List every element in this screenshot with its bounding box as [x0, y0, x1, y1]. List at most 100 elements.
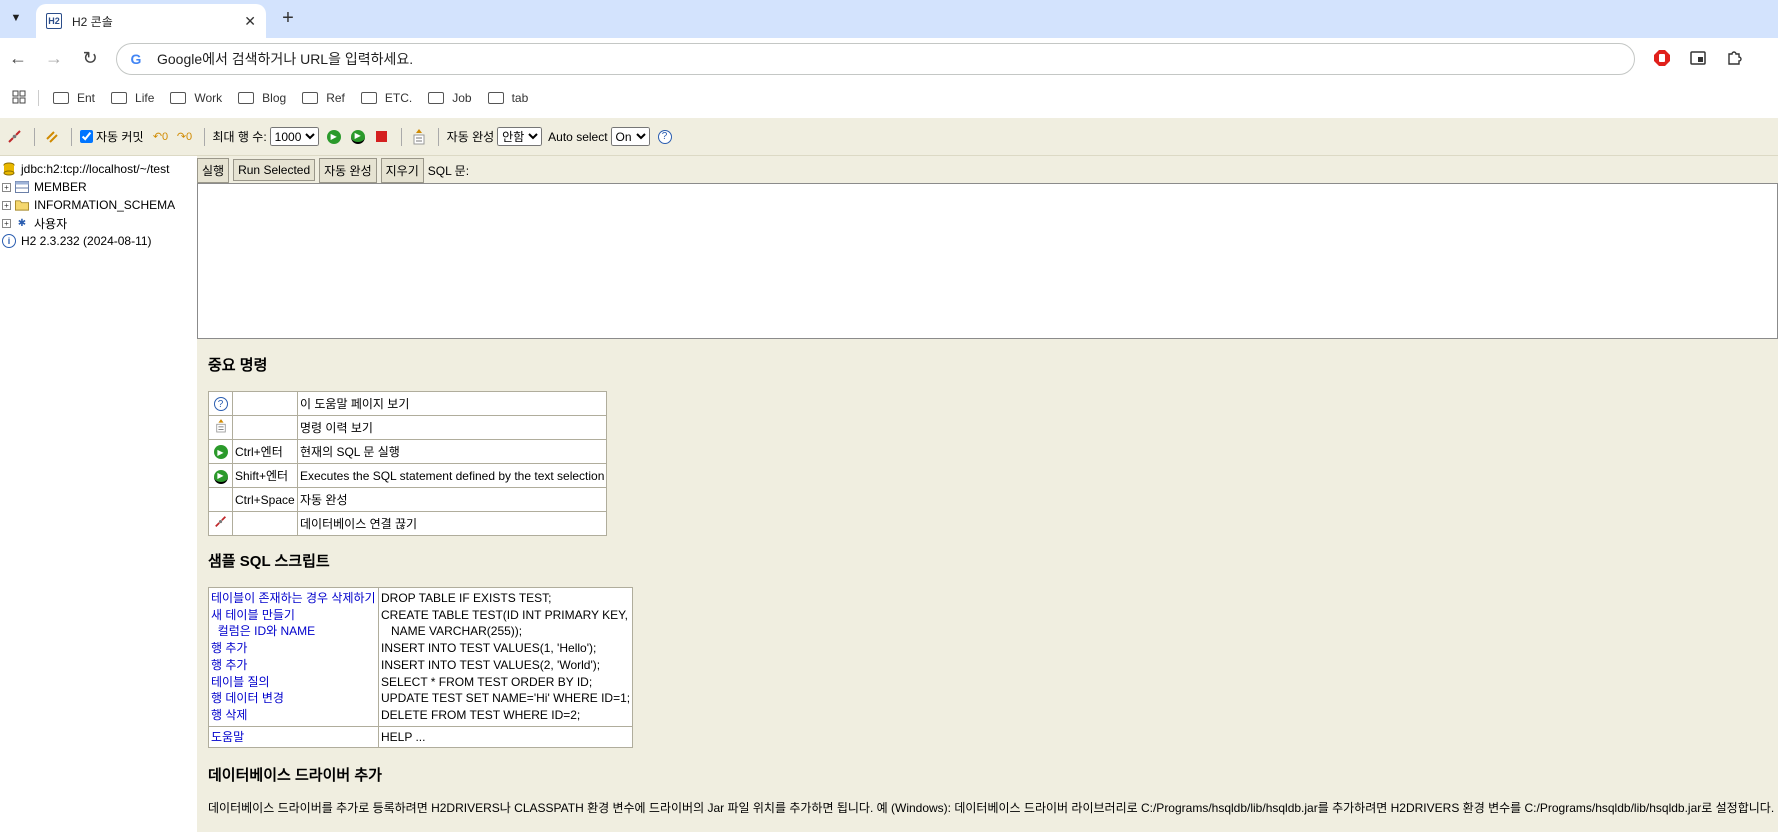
sample-link[interactable]: 테이블이 존재하는 경우 삭제하기 — [211, 590, 376, 607]
bookmark-life[interactable]: Life — [111, 91, 154, 105]
history-icon[interactable] — [410, 128, 428, 146]
forward-arrow-icon[interactable]: → — [42, 46, 66, 70]
tab-close-icon[interactable]: ✕ — [244, 13, 256, 30]
help-content: 중요 명령 ? 이 도움말 페이지 보기 명령 이력 보기 ▶ Ctrl+엔터 … — [208, 354, 1778, 816]
autocommit-toggle[interactable]: 자동 커밋 — [80, 128, 144, 145]
table-icon — [15, 180, 29, 194]
sql-statement-label: SQL 문: — [427, 163, 470, 178]
bookmark-blog[interactable]: Blog — [238, 91, 286, 105]
refresh-icon[interactable] — [43, 128, 61, 146]
drivers-description: 데이터베이스 드라이버를 추가로 등록하려면 H2DRIVERS나 CLASSP… — [208, 801, 1775, 816]
folder-icon — [15, 198, 29, 212]
sample-sql: INSERT INTO TEST VALUES(1, 'Hello'); — [381, 641, 597, 656]
autocomplete-label: 자동 완성 — [446, 130, 495, 144]
folder-icon — [53, 92, 69, 104]
folder-icon — [487, 92, 504, 104]
users-icon: ✱ — [17, 217, 27, 229]
picture-in-picture-icon[interactable] — [1686, 46, 1710, 70]
autocomplete-select[interactable]: 안함 — [497, 127, 543, 146]
address-bar-placeholder: Google에서 검색하거나 URL을 입력하세요. — [157, 51, 414, 67]
run-selected-button[interactable]: Run Selected — [233, 159, 316, 181]
sample-link[interactable]: 새 테이블 만들기 — [211, 607, 376, 624]
bookmarks-bar: Ent Life Work Blog Ref ETC. Job tab — [0, 78, 1778, 118]
tree-item-information-schema[interactable]: + INFORMATION_SCHEMA — [2, 196, 197, 214]
tree-connection[interactable]: jdbc:h2:tcp://localhost/~/test — [2, 160, 197, 178]
help-link[interactable]: 도움말 — [208, 725, 379, 749]
tree-item-member[interactable]: + MEMBER — [2, 178, 197, 196]
tab-h2-console[interactable]: H2 H2 콘솔 ✕ — [36, 4, 266, 38]
bookmark-etc[interactable]: ETC. — [360, 91, 412, 105]
sample-sql: INSERT INTO TEST VALUES(2, 'World'); — [381, 657, 601, 672]
sample-link[interactable]: 행 추가 — [211, 657, 376, 674]
sample-link[interactable]: 행 추가 — [211, 640, 376, 657]
info-icon: i — [2, 234, 16, 248]
run-button[interactable]: 실행 — [197, 157, 230, 183]
sample-sql: DROP TABLE IF EXISTS TEST; — [381, 591, 552, 605]
toolbar-separator — [71, 127, 72, 146]
table-row: 도움말 HELP ... — [208, 725, 634, 749]
sql-editor[interactable] — [197, 183, 1778, 339]
new-tab-button[interactable]: + — [276, 6, 300, 30]
sample-sql: UPDATE TEST SET NAME='Hi' WHERE ID=1; — [381, 691, 631, 706]
table-row: 테이블이 존재하는 경우 삭제하기 새 테이블 만들기 컬럼은 ID와 NAME… — [208, 587, 634, 727]
bookmark-ref[interactable]: Ref — [302, 91, 345, 105]
table-row: 데이터베이스 연결 끊기 — [208, 511, 608, 536]
rollback-icon[interactable]: ↶0 — [152, 128, 170, 146]
sql-button-bar: 실행 Run Selected 자동 완성 지우기 SQL 문: — [197, 157, 470, 183]
extensions-puzzle-icon[interactable] — [1722, 46, 1746, 70]
max-rows-select[interactable]: 1000 — [269, 127, 319, 146]
tab-search-button[interactable]: ▼ — [4, 6, 28, 30]
sample-sql-heading: 샘플 SQL 스크립트 — [208, 553, 330, 570]
important-commands-heading: 중요 명령 — [208, 357, 268, 374]
bookmark-tab[interactable]: tab — [487, 91, 528, 105]
tab-title: H2 콘솔 — [72, 14, 113, 29]
stop-icon[interactable] — [373, 128, 391, 146]
sample-link[interactable]: 행 데이터 변경 — [211, 690, 376, 707]
table-row: Ctrl+Space 자동 완성 — [208, 487, 608, 512]
folder-icon — [170, 92, 187, 104]
autocommit-checkbox[interactable] — [80, 130, 93, 143]
reload-icon[interactable]: ↻ — [78, 46, 102, 70]
sample-sql: DELETE FROM TEST WHERE ID=2; — [381, 707, 581, 722]
folder-icon — [428, 92, 445, 104]
disconnect-icon[interactable] — [6, 128, 24, 146]
expand-icon[interactable]: + — [2, 182, 11, 192]
run-icon[interactable]: ▶ — [325, 128, 343, 146]
bookmark-job[interactable]: Job — [428, 91, 472, 105]
bookmark-ent[interactable]: Ent — [53, 91, 95, 105]
extension-stop-icon[interactable] — [1650, 46, 1674, 70]
help-icon[interactable]: ? — [656, 128, 674, 146]
h2-favicon-icon: H2 — [46, 13, 62, 29]
folder-icon — [302, 92, 319, 104]
clear-button[interactable]: 지우기 — [380, 157, 424, 183]
max-rows-label: 최대 행 수: — [212, 130, 267, 144]
sample-link[interactable]: 행 삭제 — [211, 707, 376, 724]
sample-sql-table: 테이블이 존재하는 경우 삭제하기 새 테이블 만들기 컬럼은 ID와 NAME… — [208, 587, 634, 749]
folder-icon — [360, 92, 377, 104]
run-selected-icon[interactable]: ▶ — [349, 128, 367, 146]
sample-link[interactable]: 테이블 질의 — [211, 674, 376, 691]
table-row: ▶ Shift+엔터 Executes the SQL statement de… — [208, 463, 608, 488]
toolbar-separator — [203, 127, 205, 146]
commands-table: ? 이 도움말 페이지 보기 명령 이력 보기 ▶ Ctrl+엔터 현재의 SQ… — [208, 391, 608, 536]
folder-icon — [238, 92, 255, 104]
google-icon: G — [130, 51, 142, 67]
autocomplete-button[interactable]: 자동 완성 — [319, 157, 377, 183]
expand-icon[interactable]: + — [2, 200, 11, 210]
back-arrow-icon[interactable]: ← — [6, 46, 30, 70]
sample-sql: CREATE TABLE TEST(ID INT PRIMARY KEY, — [381, 607, 628, 622]
address-bar[interactable]: G Google에서 검색하거나 URL을 입력하세요. — [116, 43, 1635, 75]
add-drivers-heading: 데이터베이스 드라이버 추가 — [208, 767, 382, 785]
expand-icon[interactable]: + — [2, 218, 11, 228]
folder-icon — [111, 92, 128, 104]
autoselect-select[interactable]: On — [610, 127, 650, 146]
sample-sql: SELECT * FROM TEST ORDER BY ID; — [381, 674, 593, 689]
navigation-bar: ← → ↻ G Google에서 검색하거나 URL을 입력하세요. — [0, 38, 1778, 78]
sample-link[interactable]: 컬럼은 ID와 NAME — [211, 623, 376, 640]
database-icon — [2, 162, 16, 176]
tree-item-users[interactable]: + ✱ 사용자 — [2, 214, 197, 232]
apps-grid-icon[interactable] — [12, 90, 26, 107]
commit-icon[interactable]: ↷0 — [176, 128, 194, 146]
help-icon: ? — [213, 397, 228, 412]
bookmark-work[interactable]: Work — [170, 91, 222, 105]
